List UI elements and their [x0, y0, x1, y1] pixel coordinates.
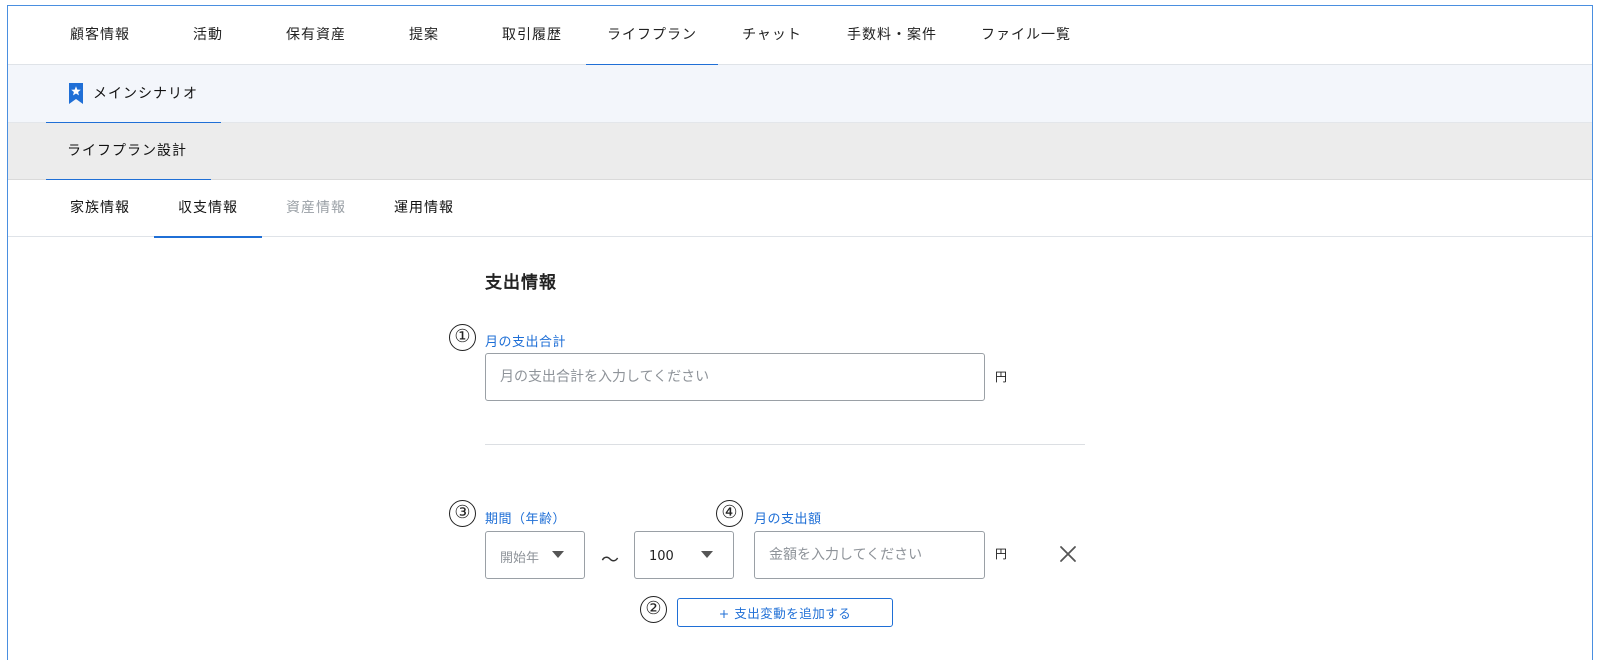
- tab-activity[interactable]: 活動: [154, 6, 262, 65]
- close-icon[interactable]: [1058, 544, 1078, 564]
- subtab-income-expense[interactable]: 収支情報: [154, 180, 262, 238]
- scenario-label: メインシナリオ: [93, 86, 198, 102]
- subtab-family-info[interactable]: 家族情報: [46, 180, 154, 237]
- design-label: ライフプラン設計: [67, 143, 187, 159]
- bookmark-star-icon: [69, 83, 83, 104]
- monthly-amount-input[interactable]: [754, 531, 985, 579]
- tab-proposal[interactable]: 提案: [370, 6, 478, 65]
- sub-tabs: 家族情報 収支情報 資産情報 運用情報: [8, 180, 1592, 238]
- range-separator: ～: [601, 550, 619, 571]
- marker-4: ④: [716, 500, 743, 527]
- divider: [485, 444, 1085, 445]
- tab-file-list[interactable]: ファイル一覧: [958, 6, 1094, 65]
- tab-transaction-history[interactable]: 取引履歴: [478, 6, 586, 65]
- tab-fees-cases[interactable]: 手数料・案件: [826, 6, 958, 65]
- monthly-amount-unit: 円: [995, 547, 1008, 561]
- chevron-down-icon: [552, 551, 564, 558]
- chevron-down-icon: [701, 551, 713, 558]
- scenario-tab-main[interactable]: メインシナリオ: [46, 65, 221, 124]
- tab-holdings[interactable]: 保有資産: [262, 6, 370, 65]
- scenario-bar: メインシナリオ: [8, 65, 1592, 124]
- start-age-select[interactable]: 開始年: [485, 531, 585, 579]
- monthly-amount-label: 月の支出額: [754, 512, 822, 527]
- app-frame: 顧客情報 活動 保有資産 提案 取引履歴 ライフプラン チャット 手数料・案件 …: [7, 5, 1593, 660]
- monthly-total-input[interactable]: [485, 353, 985, 401]
- top-nav: 顧客情報 活動 保有資産 提案 取引履歴 ライフプラン チャット 手数料・案件 …: [8, 6, 1592, 66]
- tab-customer-info[interactable]: 顧客情報: [46, 6, 154, 65]
- section-title: 支出情報: [485, 273, 557, 293]
- subtab-investment-info[interactable]: 運用情報: [370, 180, 478, 237]
- end-age-value: 100: [649, 549, 674, 564]
- design-bar: ライフプラン設計: [8, 123, 1592, 181]
- period-label: 期間（年齢）: [485, 512, 567, 527]
- monthly-total-unit: 円: [995, 370, 1008, 384]
- marker-3: ③: [449, 500, 476, 527]
- marker-2: ②: [640, 596, 667, 623]
- monthly-total-label: 月の支出合計: [485, 335, 567, 350]
- tab-life-plan-design[interactable]: ライフプラン設計: [46, 123, 211, 181]
- end-age-select[interactable]: 100: [634, 531, 734, 579]
- subtab-asset-info: 資産情報: [286, 200, 346, 216]
- add-expense-change-button[interactable]: + 支出変動を追加する: [677, 598, 893, 627]
- start-age-value: 開始年: [500, 551, 540, 566]
- tab-life-plan[interactable]: ライフプラン: [586, 6, 718, 66]
- marker-1: ①: [449, 324, 476, 351]
- tab-chat[interactable]: チャット: [718, 6, 826, 65]
